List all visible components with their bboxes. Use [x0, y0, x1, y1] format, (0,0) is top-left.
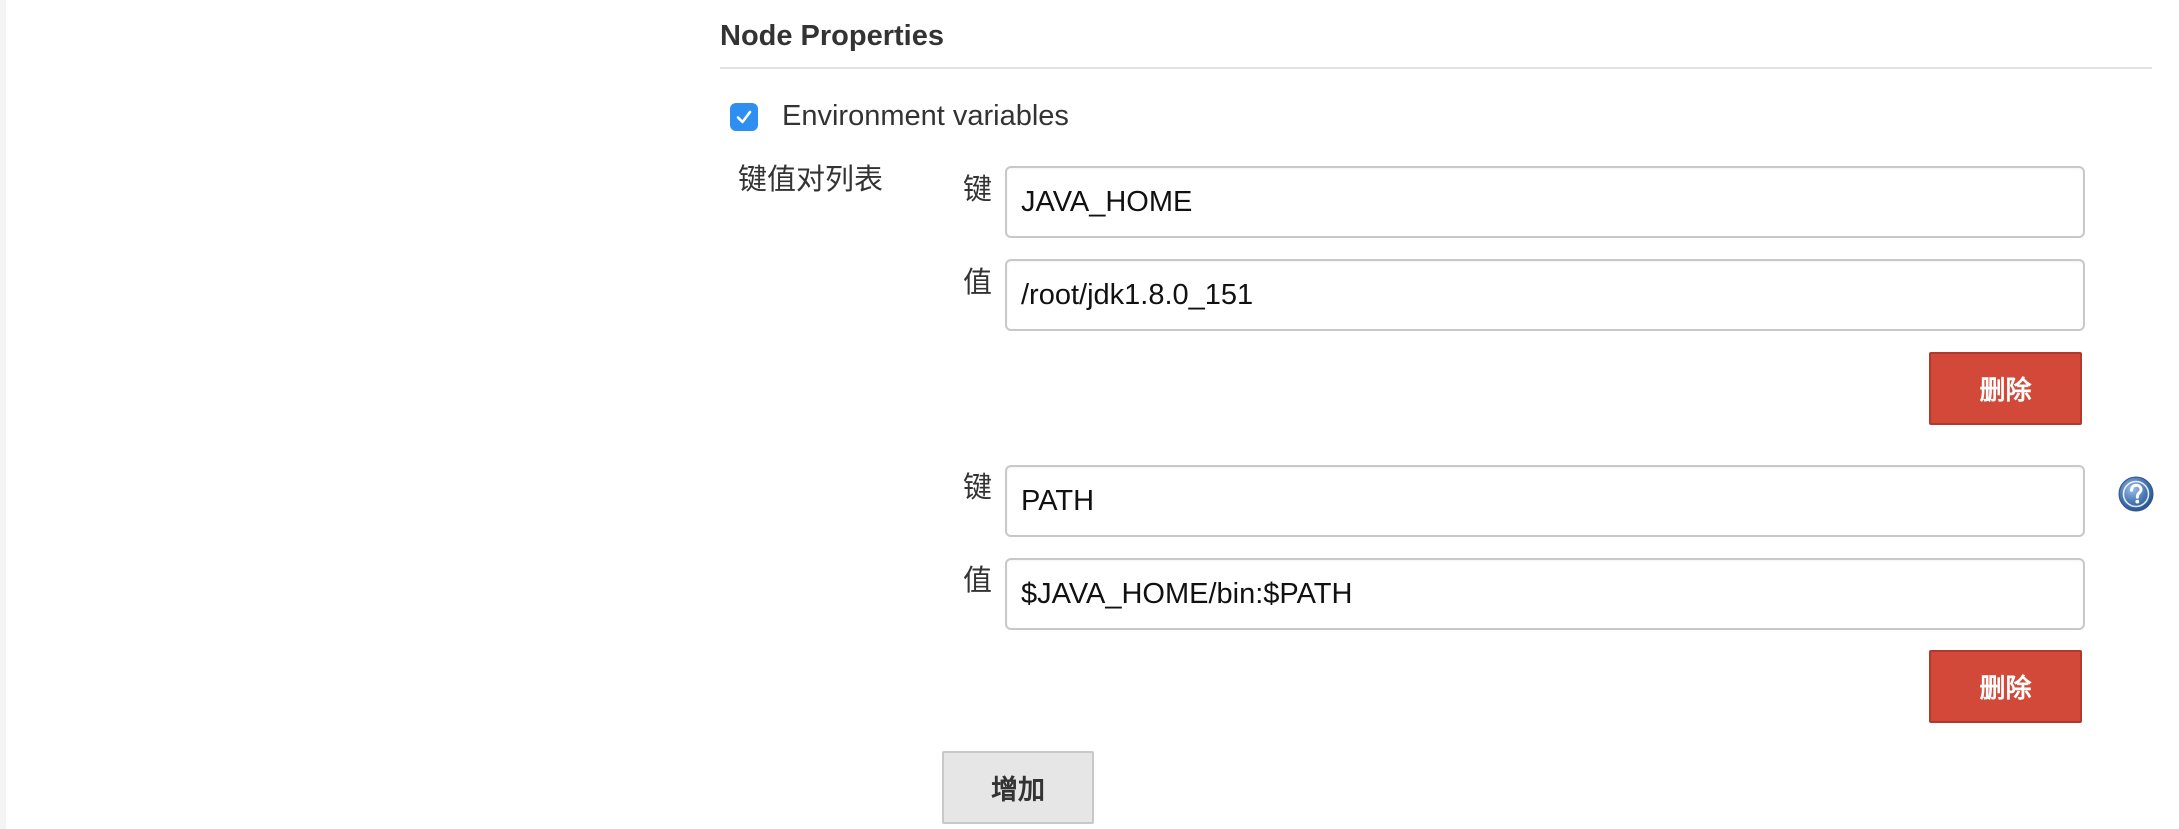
entry-2-value-input[interactable]	[1005, 558, 2085, 630]
left-gutter	[0, 0, 6, 829]
environment-variables-row: Environment variables	[730, 100, 1069, 133]
entry-2-delete-button[interactable]: 删除	[1929, 650, 2082, 723]
entry-1-value-label: 值	[963, 265, 993, 299]
entry-2-key-input[interactable]	[1005, 465, 2085, 537]
help-icon[interactable]	[2118, 476, 2154, 512]
entry-2-key-label: 键	[963, 470, 993, 504]
section-title: Node Properties	[720, 20, 944, 52]
entry-2-value-label: 值	[963, 563, 993, 597]
node-properties-page: Node Properties Environment variables 键值…	[0, 0, 2179, 829]
entry-1-key-label: 键	[963, 172, 993, 206]
entry-1-value-input[interactable]	[1005, 259, 2085, 331]
key-value-list-label: 键值对列表	[738, 162, 884, 196]
check-icon	[736, 110, 752, 123]
environment-variables-checkbox[interactable]	[730, 102, 758, 131]
question-mark-icon	[2118, 476, 2154, 512]
entry-1-delete-button[interactable]: 删除	[1929, 352, 2082, 425]
add-button[interactable]: 增加	[942, 751, 1094, 824]
environment-variables-label: Environment variables	[782, 100, 1069, 132]
section-divider	[720, 67, 2152, 69]
entry-1-key-input[interactable]	[1005, 166, 2085, 238]
